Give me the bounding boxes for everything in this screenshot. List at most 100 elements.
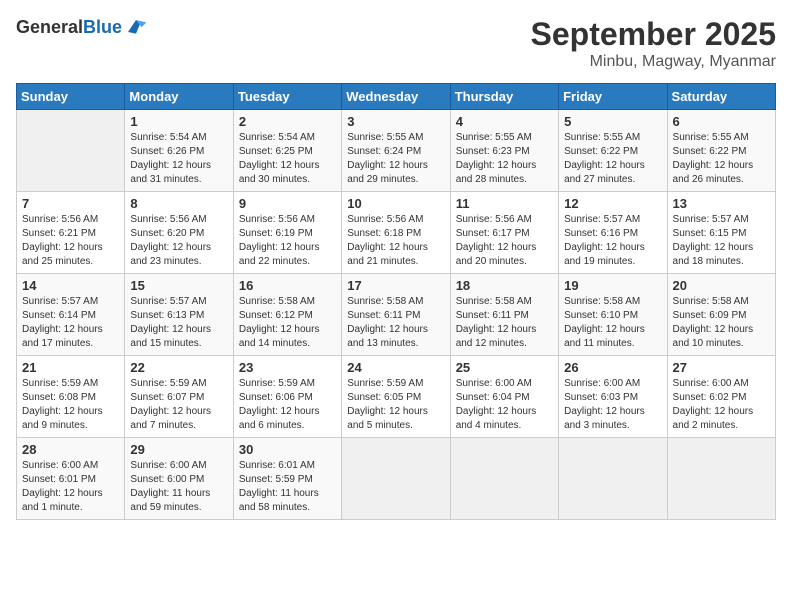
day-cell: 23 Sunrise: 5:59 AM Sunset: 6:06 PM Dayli…	[233, 356, 341, 438]
day-cell: 6Sunrise: 5:55 AM Sunset: 6:22 PM Daylig…	[667, 110, 775, 192]
week-row-3: 14 Sunrise: 5:57 AM Sunset: 6:14 PM Dayli…	[17, 274, 776, 356]
day-info: Sunrise: 5:59 AM Sunset: 6:05 PM Dayligh…	[347, 377, 444, 433]
day-info: Sunrise: 5:57 AM Sunset: 6:13 PM Dayligh…	[130, 295, 227, 351]
day-info: Sunrise: 5:59 AM Sunset: 6:06 PM Dayligh…	[239, 377, 336, 433]
day-number: 20	[673, 278, 770, 293]
day-number: 2	[239, 114, 336, 129]
day-info: Sunrise: 6:00 AM Sunset: 6:02 PM Dayligh…	[673, 377, 770, 433]
location: Minbu, Magway, Myanmar	[531, 53, 776, 71]
day-cell	[667, 438, 775, 520]
day-cell	[342, 438, 450, 520]
day-number: 24	[347, 360, 444, 375]
day-info: Sunrise: 5:54 AM Sunset: 6:25 PM Dayligh…	[239, 131, 336, 187]
title-block: September 2025 Minbu, Magway, Myanmar	[531, 16, 776, 71]
day-cell: 30 Sunrise: 6:01 AM Sunset: 5:59 PM Dayli…	[233, 438, 341, 520]
day-info: Sunrise: 5:56 AM Sunset: 6:18 PM Dayligh…	[347, 213, 444, 269]
day-number: 3	[347, 114, 444, 129]
month-title: September 2025	[531, 16, 776, 53]
day-cell: 20 Sunrise: 5:58 AM Sunset: 6:09 PM Dayli…	[667, 274, 775, 356]
logo: GeneralBlue	[16, 16, 148, 40]
logo-general: GeneralBlue	[16, 18, 122, 38]
day-number: 8	[130, 196, 227, 211]
day-cell: 17 Sunrise: 5:58 AM Sunset: 6:11 PM Dayli…	[342, 274, 450, 356]
day-info: Sunrise: 6:00 AM Sunset: 6:00 PM Dayligh…	[130, 459, 227, 515]
day-cell: 29Sunrise: 6:00 AM Sunset: 6:00 PM Dayli…	[125, 438, 233, 520]
day-number: 26	[564, 360, 661, 375]
weekday-header-thursday: Thursday	[450, 84, 558, 110]
day-number: 10	[347, 196, 444, 211]
week-row-1: 1Sunrise: 5:54 AM Sunset: 6:26 PM Daylig…	[17, 110, 776, 192]
day-info: Sunrise: 5:56 AM Sunset: 6:20 PM Dayligh…	[130, 213, 227, 269]
day-number: 9	[239, 196, 336, 211]
day-cell: 2 Sunrise: 5:54 AM Sunset: 6:25 PM Daylig…	[233, 110, 341, 192]
day-cell: 1Sunrise: 5:54 AM Sunset: 6:26 PM Daylig…	[125, 110, 233, 192]
day-cell	[17, 110, 125, 192]
day-info: Sunrise: 5:55 AM Sunset: 6:24 PM Dayligh…	[347, 131, 444, 187]
weekday-header-monday: Monday	[125, 84, 233, 110]
day-cell: 19 Sunrise: 5:58 AM Sunset: 6:10 PM Dayli…	[559, 274, 667, 356]
weekday-header-sunday: Sunday	[17, 84, 125, 110]
day-cell: 15 Sunrise: 5:57 AM Sunset: 6:13 PM Dayli…	[125, 274, 233, 356]
day-number: 18	[456, 278, 553, 293]
day-cell: 18 Sunrise: 5:58 AM Sunset: 6:11 PM Dayli…	[450, 274, 558, 356]
calendar-table: SundayMondayTuesdayWednesdayThursdayFrid…	[16, 83, 776, 520]
day-info: Sunrise: 5:55 AM Sunset: 6:22 PM Dayligh…	[564, 131, 661, 187]
day-cell: 25 Sunrise: 6:00 AM Sunset: 6:04 PM Dayli…	[450, 356, 558, 438]
day-cell: 9Sunrise: 5:56 AM Sunset: 6:19 PM Daylig…	[233, 192, 341, 274]
day-cell: 4Sunrise: 5:55 AM Sunset: 6:23 PM Daylig…	[450, 110, 558, 192]
weekday-header-friday: Friday	[559, 84, 667, 110]
page-header: GeneralBlue September 2025 Minbu, Magway…	[16, 16, 776, 71]
day-info: Sunrise: 5:58 AM Sunset: 6:10 PM Dayligh…	[564, 295, 661, 351]
logo-bird-icon	[124, 16, 148, 40]
day-number: 21	[22, 360, 119, 375]
day-number: 17	[347, 278, 444, 293]
day-cell: 16 Sunrise: 5:58 AM Sunset: 6:12 PM Dayli…	[233, 274, 341, 356]
day-number: 13	[673, 196, 770, 211]
day-cell: 11Sunrise: 5:56 AM Sunset: 6:17 PM Dayli…	[450, 192, 558, 274]
day-info: Sunrise: 5:58 AM Sunset: 6:11 PM Dayligh…	[456, 295, 553, 351]
day-number: 28	[22, 442, 119, 457]
day-info: Sunrise: 5:55 AM Sunset: 6:22 PM Dayligh…	[673, 131, 770, 187]
day-number: 11	[456, 196, 553, 211]
day-cell: 13Sunrise: 5:57 AM Sunset: 6:15 PM Dayli…	[667, 192, 775, 274]
weekday-header-tuesday: Tuesday	[233, 84, 341, 110]
day-info: Sunrise: 5:58 AM Sunset: 6:11 PM Dayligh…	[347, 295, 444, 351]
day-info: Sunrise: 5:59 AM Sunset: 6:07 PM Dayligh…	[130, 377, 227, 433]
day-info: Sunrise: 5:58 AM Sunset: 6:12 PM Dayligh…	[239, 295, 336, 351]
day-cell: 22Sunrise: 5:59 AM Sunset: 6:07 PM Dayli…	[125, 356, 233, 438]
day-number: 14	[22, 278, 119, 293]
day-cell: 14 Sunrise: 5:57 AM Sunset: 6:14 PM Dayli…	[17, 274, 125, 356]
day-number: 30	[239, 442, 336, 457]
day-info: Sunrise: 5:57 AM Sunset: 6:14 PM Dayligh…	[22, 295, 119, 351]
day-number: 27	[673, 360, 770, 375]
day-info: Sunrise: 5:54 AM Sunset: 6:26 PM Dayligh…	[130, 131, 227, 187]
day-cell: 26 Sunrise: 6:00 AM Sunset: 6:03 PM Dayli…	[559, 356, 667, 438]
day-cell	[559, 438, 667, 520]
day-number: 25	[456, 360, 553, 375]
day-cell	[450, 438, 558, 520]
day-info: Sunrise: 5:56 AM Sunset: 6:21 PM Dayligh…	[22, 213, 119, 269]
week-row-2: 7Sunrise: 5:56 AM Sunset: 6:21 PM Daylig…	[17, 192, 776, 274]
weekday-header-row: SundayMondayTuesdayWednesdayThursdayFrid…	[17, 84, 776, 110]
day-cell: 8 Sunrise: 5:56 AM Sunset: 6:20 PM Daylig…	[125, 192, 233, 274]
day-number: 5	[564, 114, 661, 129]
day-info: Sunrise: 5:55 AM Sunset: 6:23 PM Dayligh…	[456, 131, 553, 187]
day-cell: 21Sunrise: 5:59 AM Sunset: 6:08 PM Dayli…	[17, 356, 125, 438]
day-info: Sunrise: 5:57 AM Sunset: 6:16 PM Dayligh…	[564, 213, 661, 269]
day-number: 23	[239, 360, 336, 375]
weekday-header-wednesday: Wednesday	[342, 84, 450, 110]
day-info: Sunrise: 6:00 AM Sunset: 6:03 PM Dayligh…	[564, 377, 661, 433]
day-number: 19	[564, 278, 661, 293]
day-cell: 28 Sunrise: 6:00 AM Sunset: 6:01 PM Dayli…	[17, 438, 125, 520]
day-number: 16	[239, 278, 336, 293]
week-row-5: 28 Sunrise: 6:00 AM Sunset: 6:01 PM Dayli…	[17, 438, 776, 520]
day-number: 15	[130, 278, 227, 293]
day-info: Sunrise: 6:00 AM Sunset: 6:04 PM Dayligh…	[456, 377, 553, 433]
logo-text: GeneralBlue	[16, 18, 122, 38]
day-cell: 7Sunrise: 5:56 AM Sunset: 6:21 PM Daylig…	[17, 192, 125, 274]
day-cell: 27 Sunrise: 6:00 AM Sunset: 6:02 PM Dayli…	[667, 356, 775, 438]
day-info: Sunrise: 6:01 AM Sunset: 5:59 PM Dayligh…	[239, 459, 336, 515]
day-info: Sunrise: 6:00 AM Sunset: 6:01 PM Dayligh…	[22, 459, 119, 515]
day-info: Sunrise: 5:58 AM Sunset: 6:09 PM Dayligh…	[673, 295, 770, 351]
day-cell: 12Sunrise: 5:57 AM Sunset: 6:16 PM Dayli…	[559, 192, 667, 274]
